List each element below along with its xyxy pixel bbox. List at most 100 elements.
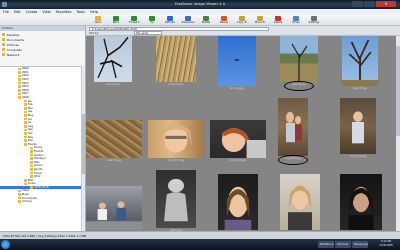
sort-select[interactable]: File name xyxy=(134,31,162,35)
copy-to-button[interactable]: Copy To xyxy=(234,16,250,25)
tree-node-label: Family xyxy=(34,146,43,150)
tree-scroll-thumb[interactable] xyxy=(82,114,85,174)
resize-button[interactable]: Resize xyxy=(216,16,232,25)
thumb-field-fence[interactable] xyxy=(280,36,318,82)
folder-icon xyxy=(24,135,27,139)
tree-node-label: Dec xyxy=(28,139,34,143)
folder-icon xyxy=(30,160,33,164)
move-to-button[interactable]: Move To xyxy=(252,16,268,25)
photo-content xyxy=(286,111,302,143)
title-bar[interactable]: FastStone Image Viewer 4.0 × xyxy=(0,0,400,9)
back-button[interactable]: Back xyxy=(108,16,124,25)
thumbnail-caption: img_0107.jpg xyxy=(167,159,185,162)
up-button[interactable]: Up xyxy=(144,16,160,25)
folder-icon xyxy=(24,107,27,110)
folder-icon xyxy=(2,38,5,41)
tree-node-label: Feb xyxy=(28,103,33,107)
menu-favorites[interactable]: Favorites xyxy=(56,10,72,14)
taskbar-task-messenger[interactable]: Messenger xyxy=(352,241,368,248)
folder-icon xyxy=(30,153,33,157)
menu-create[interactable]: Create xyxy=(26,10,38,14)
grid-scroll-thumb[interactable] xyxy=(396,46,400,136)
thumb-dry-grass[interactable] xyxy=(156,36,196,82)
rotate-button[interactable]: Rotate xyxy=(198,16,214,25)
thumb-tree-branches[interactable] xyxy=(94,36,132,82)
toolbar-button-label: Settings xyxy=(308,21,320,24)
taskbar-task-faststone[interactable]: FastStone xyxy=(318,241,334,248)
folder-icon xyxy=(24,182,27,186)
thumb-girl-portrait[interactable] xyxy=(218,174,258,230)
app-window: FastStone Image Viewer 4.0 × File Edit Cre… xyxy=(0,0,400,239)
tree-node-label: Friends xyxy=(34,149,44,153)
minimize-button[interactable] xyxy=(352,1,363,7)
thumb-kids-porch[interactable] xyxy=(86,186,142,230)
thumb-dark-portrait[interactable] xyxy=(340,174,382,230)
maximize-button[interactable] xyxy=(364,1,375,7)
folder-icon xyxy=(30,146,33,150)
folder-icon xyxy=(30,168,33,171)
photo-content xyxy=(220,128,266,158)
folder-icon xyxy=(30,164,33,168)
desktop: FastStone Image Viewer 4.0 × File Edit Cre… xyxy=(0,0,400,250)
photo-content xyxy=(159,124,193,153)
grid-scrollbar[interactable] xyxy=(396,36,400,231)
taskbar-task-explorer[interactable]: Explorer xyxy=(335,241,351,248)
menu-help[interactable]: Help xyxy=(90,10,98,14)
address-bar: C:\Users\Pictures\2008\2008_0518 Sort by… xyxy=(86,26,400,36)
thumb-family-seated[interactable] xyxy=(278,98,308,156)
folder-icon xyxy=(18,89,21,92)
toolbar-button-label: Rotate xyxy=(201,21,211,24)
folder-icon xyxy=(24,139,27,142)
menu-view[interactable]: View xyxy=(42,10,50,14)
status-bar: Total 48 files (62.4 MB) | img_0109.jpg … xyxy=(0,231,400,239)
thumb-person-chair[interactable] xyxy=(340,98,376,154)
folder-icon xyxy=(2,48,5,51)
sort-label: Sort by: xyxy=(89,31,100,35)
folder-tree: 2000 2001 2002 2003 2004 2005 2006 2007 2008 Jan F… xyxy=(0,66,85,231)
toolbar-button-label: Forward xyxy=(128,21,140,24)
favorites-list: Desktop Documents Pictures Computer Network xyxy=(0,31,85,58)
slideshow-button[interactable]: Slideshow xyxy=(180,16,196,25)
favorite-network[interactable]: Network xyxy=(2,52,83,57)
folder-icon xyxy=(18,92,21,96)
settings-button[interactable]: Settings xyxy=(306,16,322,25)
thumb-garden-statue[interactable] xyxy=(156,170,196,228)
email-button[interactable]: Email xyxy=(288,16,304,25)
thumbnail-caption: img_0108.jpg xyxy=(229,159,247,162)
tree-node-label: 2000 xyxy=(22,67,29,71)
tree-node-label: 2003 xyxy=(22,78,29,82)
folder-icon xyxy=(30,150,33,153)
menu-file[interactable]: File xyxy=(3,10,9,14)
toolbar-button-label: Resize xyxy=(219,21,229,24)
menu-tools[interactable]: Tools xyxy=(76,10,85,14)
favorite-label: Network xyxy=(7,52,20,57)
forward-button[interactable]: Forward xyxy=(126,16,142,25)
folder-icon xyxy=(24,121,27,124)
thumbnail-caption: tree_05.jpg xyxy=(353,87,367,90)
folder-icon xyxy=(18,96,21,99)
tree-node-label: Oct xyxy=(28,131,33,135)
tree-scrollbar[interactable] xyxy=(81,66,85,231)
folder-icon xyxy=(2,53,5,56)
folder-icon xyxy=(18,81,21,85)
refresh-button[interactable]: Refresh xyxy=(162,16,178,25)
thumb-tree-bark[interactable] xyxy=(86,120,142,158)
photo-content xyxy=(164,178,188,222)
open-button[interactable]: Open xyxy=(90,16,106,25)
thumb-bare-tree[interactable] xyxy=(342,36,378,86)
menu-edit[interactable]: Edit xyxy=(14,10,21,14)
folder-icon xyxy=(18,193,21,196)
folder-icon xyxy=(2,43,5,46)
thumb-woman-smiling[interactable] xyxy=(148,120,204,158)
toolbar-button-label: Email xyxy=(292,21,300,24)
path-field[interactable]: C:\Users\Pictures\2008\2008_0518 xyxy=(89,27,269,31)
thumb-woman-bright[interactable] xyxy=(280,174,320,230)
start-button[interactable] xyxy=(1,240,10,249)
folder-icon xyxy=(24,99,27,103)
delete-button[interactable]: Delete xyxy=(270,16,286,25)
thumb-bird-sky[interactable] xyxy=(218,36,256,86)
tree-node[interactable]: Archive xyxy=(0,200,85,204)
close-button[interactable]: × xyxy=(376,1,396,7)
folder-icon xyxy=(30,157,33,160)
thumb-girl-lying[interactable] xyxy=(210,120,266,158)
